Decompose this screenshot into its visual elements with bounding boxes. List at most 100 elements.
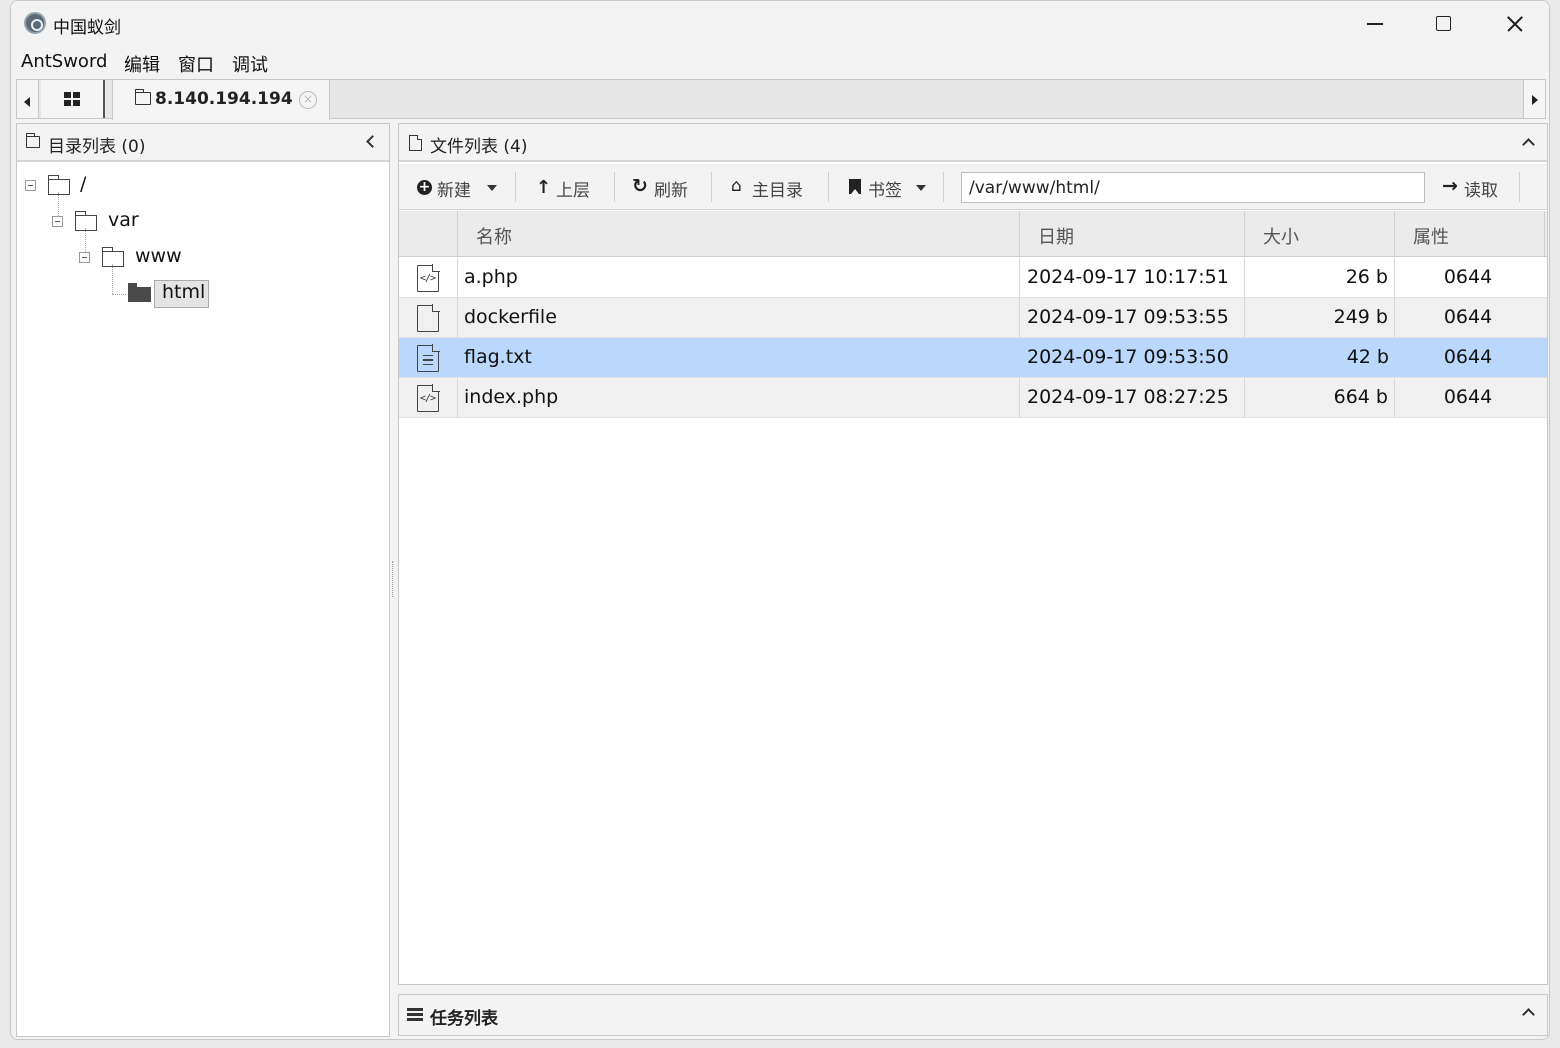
file-grid-header: 名称 日期 大小 属性 [399, 211, 1547, 257]
file-size: 26 b [1245, 258, 1395, 298]
collapse-up-icon[interactable] [1522, 138, 1535, 151]
arrow-up-icon: ↑ [536, 177, 552, 198]
title-bar: 中国蚁剑 [11, 1, 1549, 45]
file-size: 42 b [1346, 346, 1389, 368]
arrow-right-icon: → [1442, 175, 1458, 197]
minimize-button[interactable] [1341, 1, 1409, 45]
code-file-icon: </> [417, 384, 440, 412]
tree-toggle-var[interactable] [52, 216, 63, 227]
tab-strip: 8.140.194.194 × [16, 79, 1546, 120]
file-panel-title: 文件列表 (4) [430, 137, 528, 157]
toolbar-divider [1519, 172, 1520, 202]
file-toolbar: + 新建 ↑ 上层 ↻ 刷新 ⌂ 主目录 书签 /var/www/html/ →… [399, 164, 1547, 210]
toolbar-divider [614, 172, 615, 202]
file-row[interactable]: </> a.php 2024-09-17 10:17:51 26 b 0644 [399, 258, 1547, 298]
bookmarks-button[interactable]: 书签 [846, 174, 930, 201]
menu-bar: AntSword 编辑 窗口 调试 [11, 45, 1549, 79]
file-name: a.php [458, 258, 1020, 298]
document-icon [409, 135, 422, 151]
directory-panel: 目录列表 (0) / var www html [16, 123, 390, 1037]
folder-filled-icon [128, 283, 151, 302]
file-name: flag.txt [464, 346, 532, 368]
tab-close-icon[interactable]: × [299, 91, 317, 109]
folder-open-icon [102, 247, 124, 267]
maximize-button[interactable] [1409, 1, 1477, 45]
read-button[interactable]: → 读取 [1442, 174, 1504, 201]
directory-panel-header: 目录列表 (0) [17, 124, 389, 162]
file-date: 2024-09-17 08:27:25 [1020, 378, 1245, 418]
column-header-name[interactable]: 名称 [458, 211, 1020, 257]
file-date: 2024-09-17 09:53:50 [1027, 346, 1229, 368]
file-attributes: 0644 [1443, 266, 1493, 288]
file-panel-header: 文件列表 (4) [399, 124, 1547, 162]
expand-up-icon[interactable] [1522, 1008, 1535, 1021]
column-header-date[interactable]: 日期 [1020, 211, 1245, 257]
list-icon [407, 1008, 423, 1021]
tab-scroll-right-button[interactable] [1523, 80, 1545, 118]
plus-circle-icon: + [417, 179, 432, 195]
chevron-down-icon [487, 185, 497, 191]
file-date: 2024-09-17 09:53:55 [1020, 298, 1245, 338]
tree-toggle-root[interactable] [25, 180, 36, 191]
menu-edit[interactable]: 编辑 [124, 51, 160, 77]
file-attributes: 0644 [1443, 346, 1493, 368]
grid-icon [64, 92, 80, 106]
task-panel: 任务列表 [398, 994, 1548, 1036]
tree-connector [112, 264, 113, 294]
parent-dir-button[interactable]: ↑ 上层 [534, 174, 596, 201]
collapse-left-icon[interactable] [366, 135, 379, 148]
panel-splitter[interactable] [392, 561, 394, 597]
home-icon: ⌂ [731, 176, 742, 196]
tab-scroll-left-button[interactable] [17, 80, 39, 118]
chevron-down-icon [916, 185, 926, 191]
menu-antsword[interactable]: AntSword [21, 51, 107, 72]
column-header-icon [399, 211, 458, 257]
menu-debug[interactable]: 调试 [232, 51, 268, 77]
refresh-button[interactable]: ↻ 刷新 [632, 174, 694, 201]
file-attributes: 0644 [1443, 386, 1493, 408]
column-header-size[interactable]: 大小 [1245, 211, 1395, 257]
antsword-window: 中国蚁剑 AntSword 编辑 窗口 调试 8.140.194.194 × 目 [10, 0, 1550, 1040]
toolbar-divider [515, 172, 516, 202]
path-input[interactable] [961, 172, 1425, 203]
tree-toggle-www[interactable] [79, 252, 90, 263]
file-size: 249 b [1245, 298, 1395, 338]
directory-panel-title: 目录列表 (0) [48, 137, 146, 157]
refresh-icon: ↻ [632, 175, 648, 197]
tree-node-var[interactable]: var [108, 209, 139, 231]
close-window-button[interactable] [1479, 1, 1547, 45]
tab-label: 8.140.194.194 [155, 89, 293, 109]
task-panel-title: 任务列表 [430, 1009, 498, 1029]
text-file-icon [417, 344, 440, 372]
tree-node-www[interactable]: www [135, 245, 182, 267]
file-row[interactable]: dockerfile 2024-09-17 09:53:55 249 b 064… [399, 298, 1547, 338]
folder-open-icon [48, 175, 70, 195]
tree-connector [112, 294, 126, 295]
window-title: 中国蚁剑 [53, 18, 121, 38]
file-attributes: 0644 [1443, 306, 1493, 328]
file-row-selected[interactable]: flag.txt 2024-09-17 09:53:50 42 b 0644 [399, 338, 1547, 378]
file-icon [417, 304, 440, 332]
home-dir-button[interactable]: ⌂ 主目录 [730, 174, 810, 201]
folder-open-icon [75, 211, 97, 231]
bookmark-icon [849, 179, 861, 194]
toolbar-divider [943, 172, 944, 202]
antsword-logo-icon [24, 12, 46, 34]
file-panel: 文件列表 (4) + 新建 ↑ 上层 ↻ 刷新 ⌂ 主目录 书签 /var/ww… [398, 123, 1548, 985]
tree-node-html-label: html [162, 281, 206, 303]
file-row[interactable]: </> index.php 2024-09-17 08:27:25 664 b … [399, 378, 1547, 418]
file-name: index.php [458, 378, 1020, 418]
tab-home[interactable] [41, 80, 105, 118]
code-file-icon: </> [417, 264, 440, 292]
menu-window[interactable]: 窗口 [178, 51, 214, 77]
folder-icon [135, 89, 151, 105]
file-name: dockerfile [458, 298, 1020, 338]
file-date: 2024-09-17 10:17:51 [1020, 258, 1245, 298]
tree-node-root[interactable]: / [80, 173, 86, 195]
new-button[interactable]: + 新建 [415, 174, 501, 201]
toolbar-divider [828, 172, 829, 202]
toolbar-divider [711, 172, 712, 202]
column-header-attributes[interactable]: 属性 [1395, 211, 1545, 257]
folder-icon [26, 133, 40, 148]
tab-shell-session[interactable]: 8.140.194.194 × [112, 80, 330, 120]
